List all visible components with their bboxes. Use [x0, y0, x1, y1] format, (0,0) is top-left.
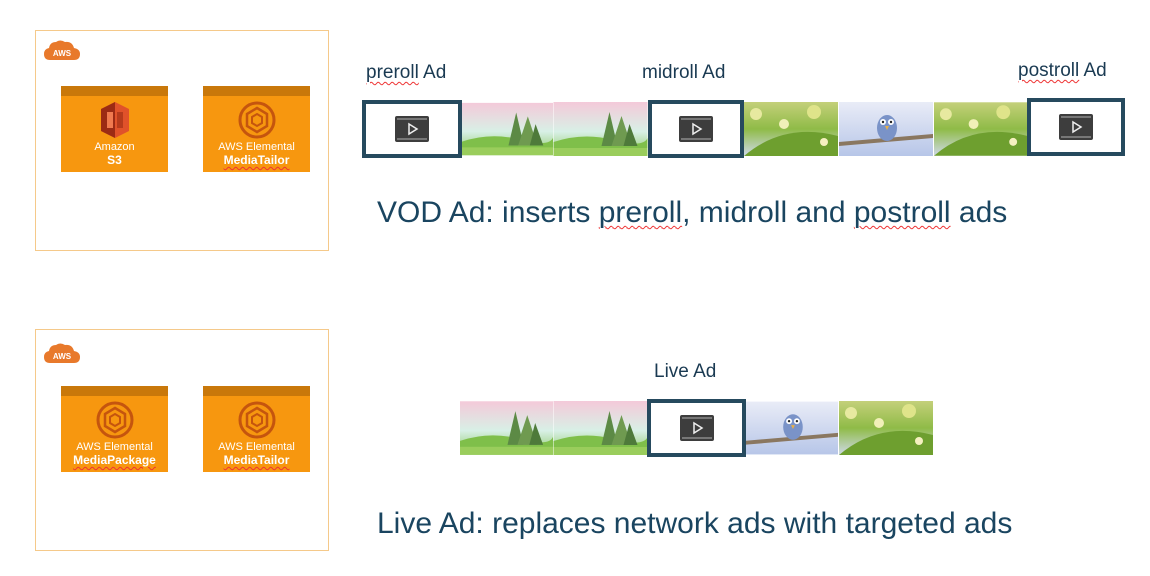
video-play-icon: [679, 415, 714, 441]
video-frame: [462, 102, 553, 156]
aws-badge-text: AWS: [53, 352, 72, 361]
preroll-ad-label: preroll Ad: [366, 62, 447, 83]
postroll-ad-label: postroll Ad: [1018, 60, 1107, 81]
video-frame: [553, 102, 648, 156]
mediapackage-tile: AWS Elemental MediaPackage: [61, 386, 168, 472]
live-ad-label: Live Ad: [654, 361, 717, 382]
midroll-ad-label: midroll Ad: [642, 62, 726, 83]
video-frame: [744, 102, 838, 156]
mediatailor-tile: AWS Elemental MediaTailor: [203, 386, 310, 472]
mediatailor-tile: AWS Elemental MediaTailor: [203, 86, 310, 172]
aws-cloud-icon: AWS: [44, 40, 80, 60]
aws-cloud-icon: AWS: [44, 343, 80, 363]
postroll-ad-slot: [1027, 98, 1125, 156]
video-frame: [460, 401, 553, 455]
service-line2: S3: [107, 153, 122, 167]
video-frame: [838, 401, 934, 455]
video-frame: [553, 401, 648, 455]
service-line2: MediaTailor: [223, 153, 290, 167]
aws-badge-text: AWS: [53, 49, 72, 58]
midroll-ad-slot: [648, 100, 744, 158]
elemental-icon: [95, 400, 135, 440]
amazon-s3-tile: Amazon S3: [61, 86, 168, 172]
video-frame: [934, 102, 1027, 156]
live-caption: Live Ad: replaces network ads with targe…: [377, 507, 1013, 540]
live-ad-slot: [647, 399, 746, 457]
video-play-icon: [679, 116, 713, 142]
live-aws-cloud-box: AWS AWS Elemental MediaPackage AWS Eleme…: [35, 329, 329, 551]
elemental-icon: [237, 100, 277, 140]
service-line2: MediaTailor: [223, 453, 290, 467]
s3-bucket-icon: [95, 100, 135, 140]
service-line2: MediaPackage: [73, 453, 156, 467]
vod-caption: VOD Ad: inserts preroll, midroll and pos…: [377, 196, 1008, 229]
video-play-icon: [1059, 114, 1093, 140]
vod-aws-cloud-box: AWS Amazon S3 AWS Elemental MediaTailor: [35, 30, 329, 251]
preroll-ad-slot: [362, 100, 462, 158]
video-play-icon: [395, 116, 429, 142]
video-frame: [746, 401, 838, 455]
video-frame: [838, 102, 934, 156]
elemental-icon: [237, 400, 277, 440]
